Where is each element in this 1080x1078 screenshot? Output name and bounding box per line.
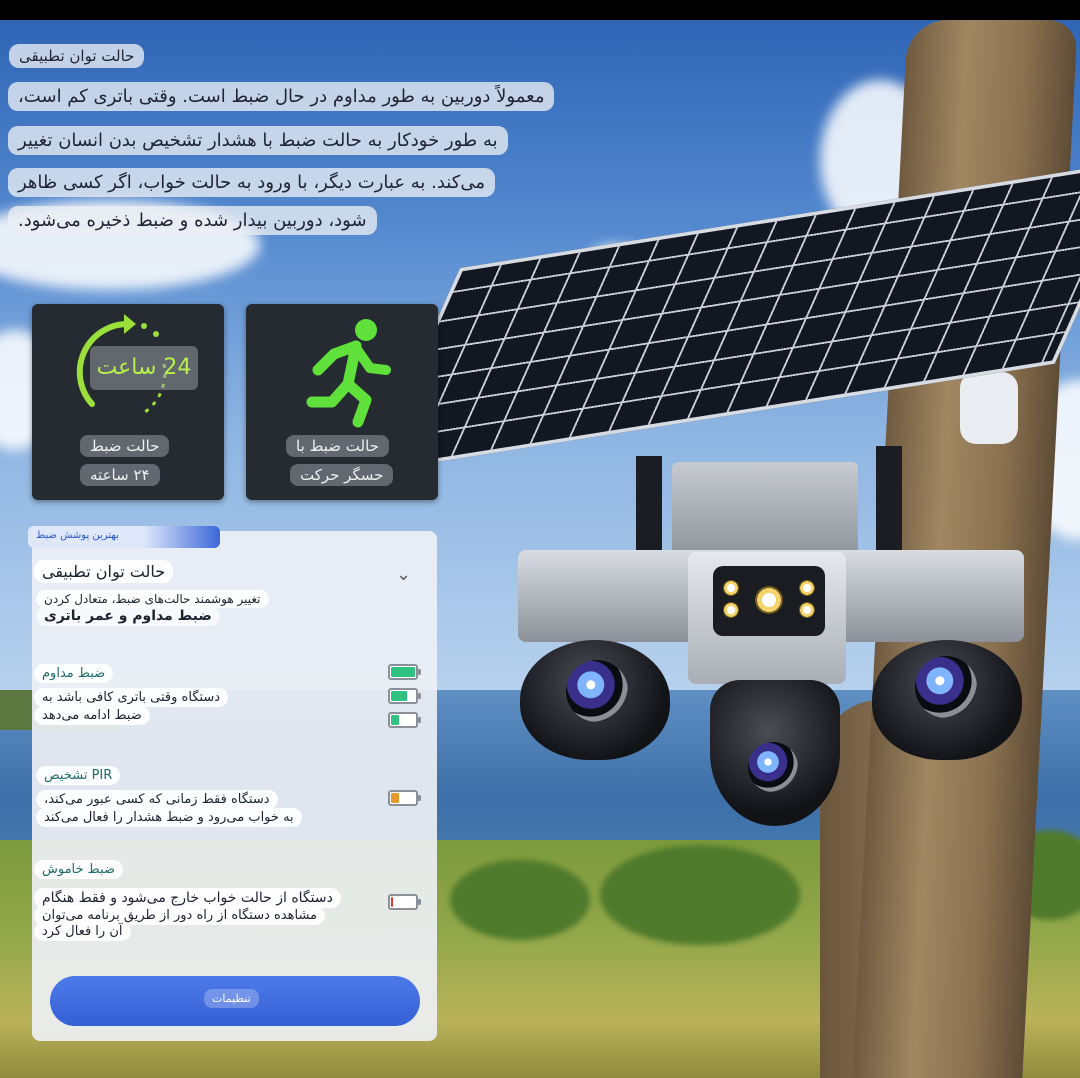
- led-lamp: [799, 580, 815, 596]
- mode-continuous-title[interactable]: ضبط مداوم: [34, 664, 114, 683]
- card-motion-recording: حالت ضبط با حسگر حرکت: [246, 304, 438, 500]
- card-caption: ۲۴ ساعته: [80, 464, 160, 486]
- mode-continuous-desc: دستگاه وقتی باتری کافی باشد به: [34, 688, 229, 707]
- chevron-down-icon[interactable]: ⌄: [396, 564, 411, 585]
- battery-icon: [388, 790, 421, 806]
- settings-button[interactable]: تنظیمات: [50, 976, 420, 1026]
- center-camera-lens: [748, 742, 798, 792]
- light-module: [713, 566, 825, 636]
- top-bar: [0, 0, 1080, 20]
- battery-fill: [391, 715, 399, 725]
- intro-line: به طور خودکار به حالت ضبط با هشدار تشخیص…: [8, 126, 508, 155]
- camera-pole: [636, 456, 662, 556]
- mode-off-desc: آن را فعال کرد: [34, 922, 131, 941]
- running-person-icon: [306, 319, 391, 428]
- intro-line: معمولاً دوربین به طور مداوم در حال ضبط ا…: [8, 82, 555, 111]
- mode-off-desc: دستگاه از حالت خواب خارج می‌شود و فقط هن…: [34, 888, 341, 908]
- mode-continuous-desc: ضبط ادامه می‌دهد: [34, 706, 150, 725]
- settings-header-title: حالت توان تطبیقی: [34, 560, 174, 583]
- battery-fill: [391, 691, 407, 701]
- best-coverage-tag: بهترین پوشش ضبط: [28, 526, 220, 548]
- bush: [450, 860, 590, 940]
- battery-fill: [391, 793, 399, 803]
- battery-fill: [391, 897, 393, 907]
- battery-icon: [388, 712, 421, 728]
- battery-fill: [391, 667, 415, 677]
- battery-icon: [388, 664, 421, 680]
- settings-button-label: تنظیمات: [204, 989, 259, 1008]
- intro-line: شود، دوربین بیدار شده و ضبط ذخیره می‌شود…: [8, 206, 377, 235]
- battery-icon: [388, 688, 421, 704]
- card-caption: حالت ضبط: [80, 435, 170, 457]
- mode-pir-title[interactable]: PIR تشخیص: [36, 766, 121, 785]
- intro-title: حالت توان تطبیقی: [9, 44, 145, 68]
- camera-pole: [876, 446, 902, 556]
- left-camera-lens: [566, 660, 628, 722]
- card-caption: حالت ضبط با: [286, 435, 389, 457]
- duration-badge: 24 ساعت: [90, 346, 198, 390]
- mode-pir-desc: به خواب می‌رود و ضبط هشدار را فعال می‌کن…: [36, 808, 302, 827]
- tag-label: بهترین پوشش ضبط: [36, 530, 119, 541]
- led-lamp: [723, 602, 739, 618]
- intro-line: می‌کند. به عبارت دیگر، با ورود به حالت خ…: [8, 168, 495, 197]
- card-24h-recording: 24 ساعت حالت ضبط ۲۴ ساعته: [32, 304, 224, 500]
- led-lamp: [799, 602, 815, 618]
- spotlight: [755, 586, 783, 614]
- bush: [600, 845, 800, 945]
- battery-icon: [388, 894, 421, 910]
- right-camera-lens: [915, 656, 977, 718]
- card-caption: حسگر حرکت: [290, 464, 394, 486]
- wall-mount: [960, 372, 1018, 444]
- battery-housing: [672, 462, 858, 558]
- mode-off-title[interactable]: ضبط خاموش: [34, 860, 123, 879]
- mode-pir-desc: دستگاه فقط زمانی که کسی عبور می‌کند،: [36, 790, 278, 809]
- led-lamp: [723, 580, 739, 596]
- settings-header-subtitle: ضبط مداوم و عمر باتری: [36, 606, 220, 626]
